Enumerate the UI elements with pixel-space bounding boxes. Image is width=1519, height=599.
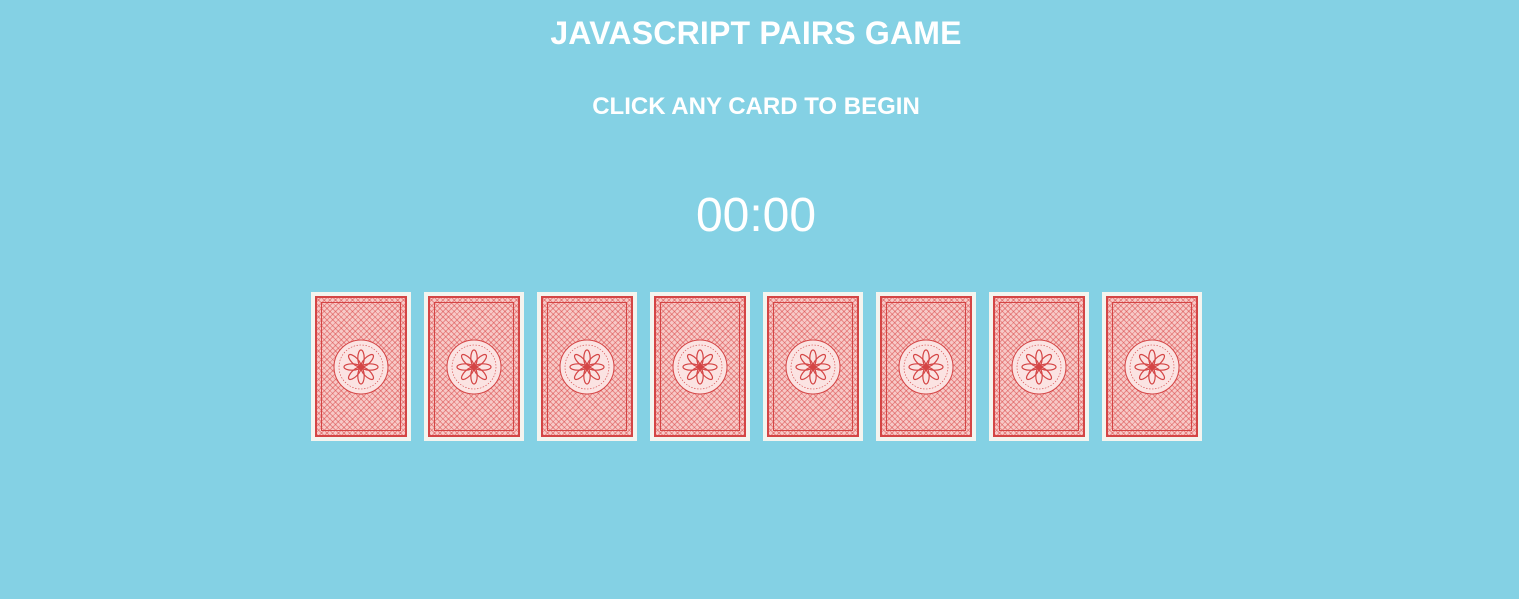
medallion-icon bbox=[333, 339, 389, 394]
card[interactable] bbox=[537, 292, 637, 441]
card[interactable] bbox=[989, 292, 1089, 441]
timer-display: 00:00 bbox=[695, 189, 817, 242]
page-title: JAVASCRIPT PAIRS GAME bbox=[550, 15, 962, 51]
card[interactable] bbox=[424, 292, 524, 441]
card-back-pattern bbox=[428, 296, 520, 437]
card[interactable] bbox=[650, 292, 750, 441]
card-back-pattern bbox=[541, 296, 633, 437]
card[interactable] bbox=[1102, 292, 1202, 441]
card[interactable] bbox=[876, 292, 976, 441]
card[interactable] bbox=[763, 292, 863, 441]
card-back-pattern bbox=[654, 296, 746, 437]
card[interactable] bbox=[311, 292, 411, 441]
card-grid bbox=[311, 292, 1202, 441]
medallion-icon bbox=[446, 339, 502, 394]
medallion-icon bbox=[898, 339, 954, 394]
medallion-icon bbox=[1011, 339, 1067, 394]
medallion-icon bbox=[785, 339, 841, 394]
card-back-pattern bbox=[993, 296, 1085, 437]
medallion-icon bbox=[559, 339, 615, 394]
game-page: JAVASCRIPT PAIRS GAME CLICK ANY CARD TO … bbox=[0, 0, 1519, 599]
card-back-pattern bbox=[880, 296, 972, 437]
medallion-icon bbox=[1124, 339, 1180, 394]
card-back-pattern bbox=[767, 296, 859, 437]
medallion-icon bbox=[672, 339, 728, 394]
instruction-text: CLICK ANY CARD TO BEGIN bbox=[592, 93, 920, 120]
card-back-pattern bbox=[315, 296, 407, 437]
card-back-pattern bbox=[1106, 296, 1198, 437]
